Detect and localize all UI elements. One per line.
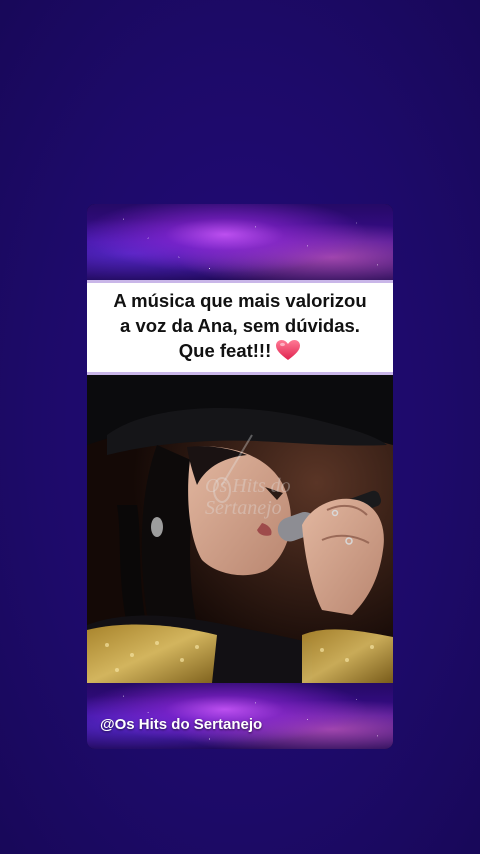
caption-box: A música que mais valorizou a voz da Ana… (87, 280, 393, 375)
video-frame[interactable]: Os Hits do Sertanejo (87, 375, 393, 683)
singer-illustration (87, 375, 393, 683)
heart-icon (275, 339, 301, 367)
watermark: Os Hits do Sertanejo (205, 475, 291, 519)
watermark-line-2: Sertanejo (205, 497, 282, 519)
caption-line-1: A música que mais valorizou (113, 290, 367, 311)
caption-line-3-text: Que feat!!! (178, 340, 272, 361)
screen: A música que mais valorizou a voz da Ana… (0, 0, 480, 854)
caption-line-3: Que feat!!! (179, 338, 302, 367)
video-post-card[interactable]: A música que mais valorizou a voz da Ana… (87, 204, 393, 749)
caption-line-2: a voz da Ana, sem dúvidas. (120, 315, 360, 336)
watermark-line-1: Os Hits do (205, 475, 291, 497)
stars-decoration (87, 204, 393, 280)
account-handle[interactable]: @Os Hits do Sertanejo (100, 716, 262, 733)
galaxy-banner-top (87, 204, 393, 280)
